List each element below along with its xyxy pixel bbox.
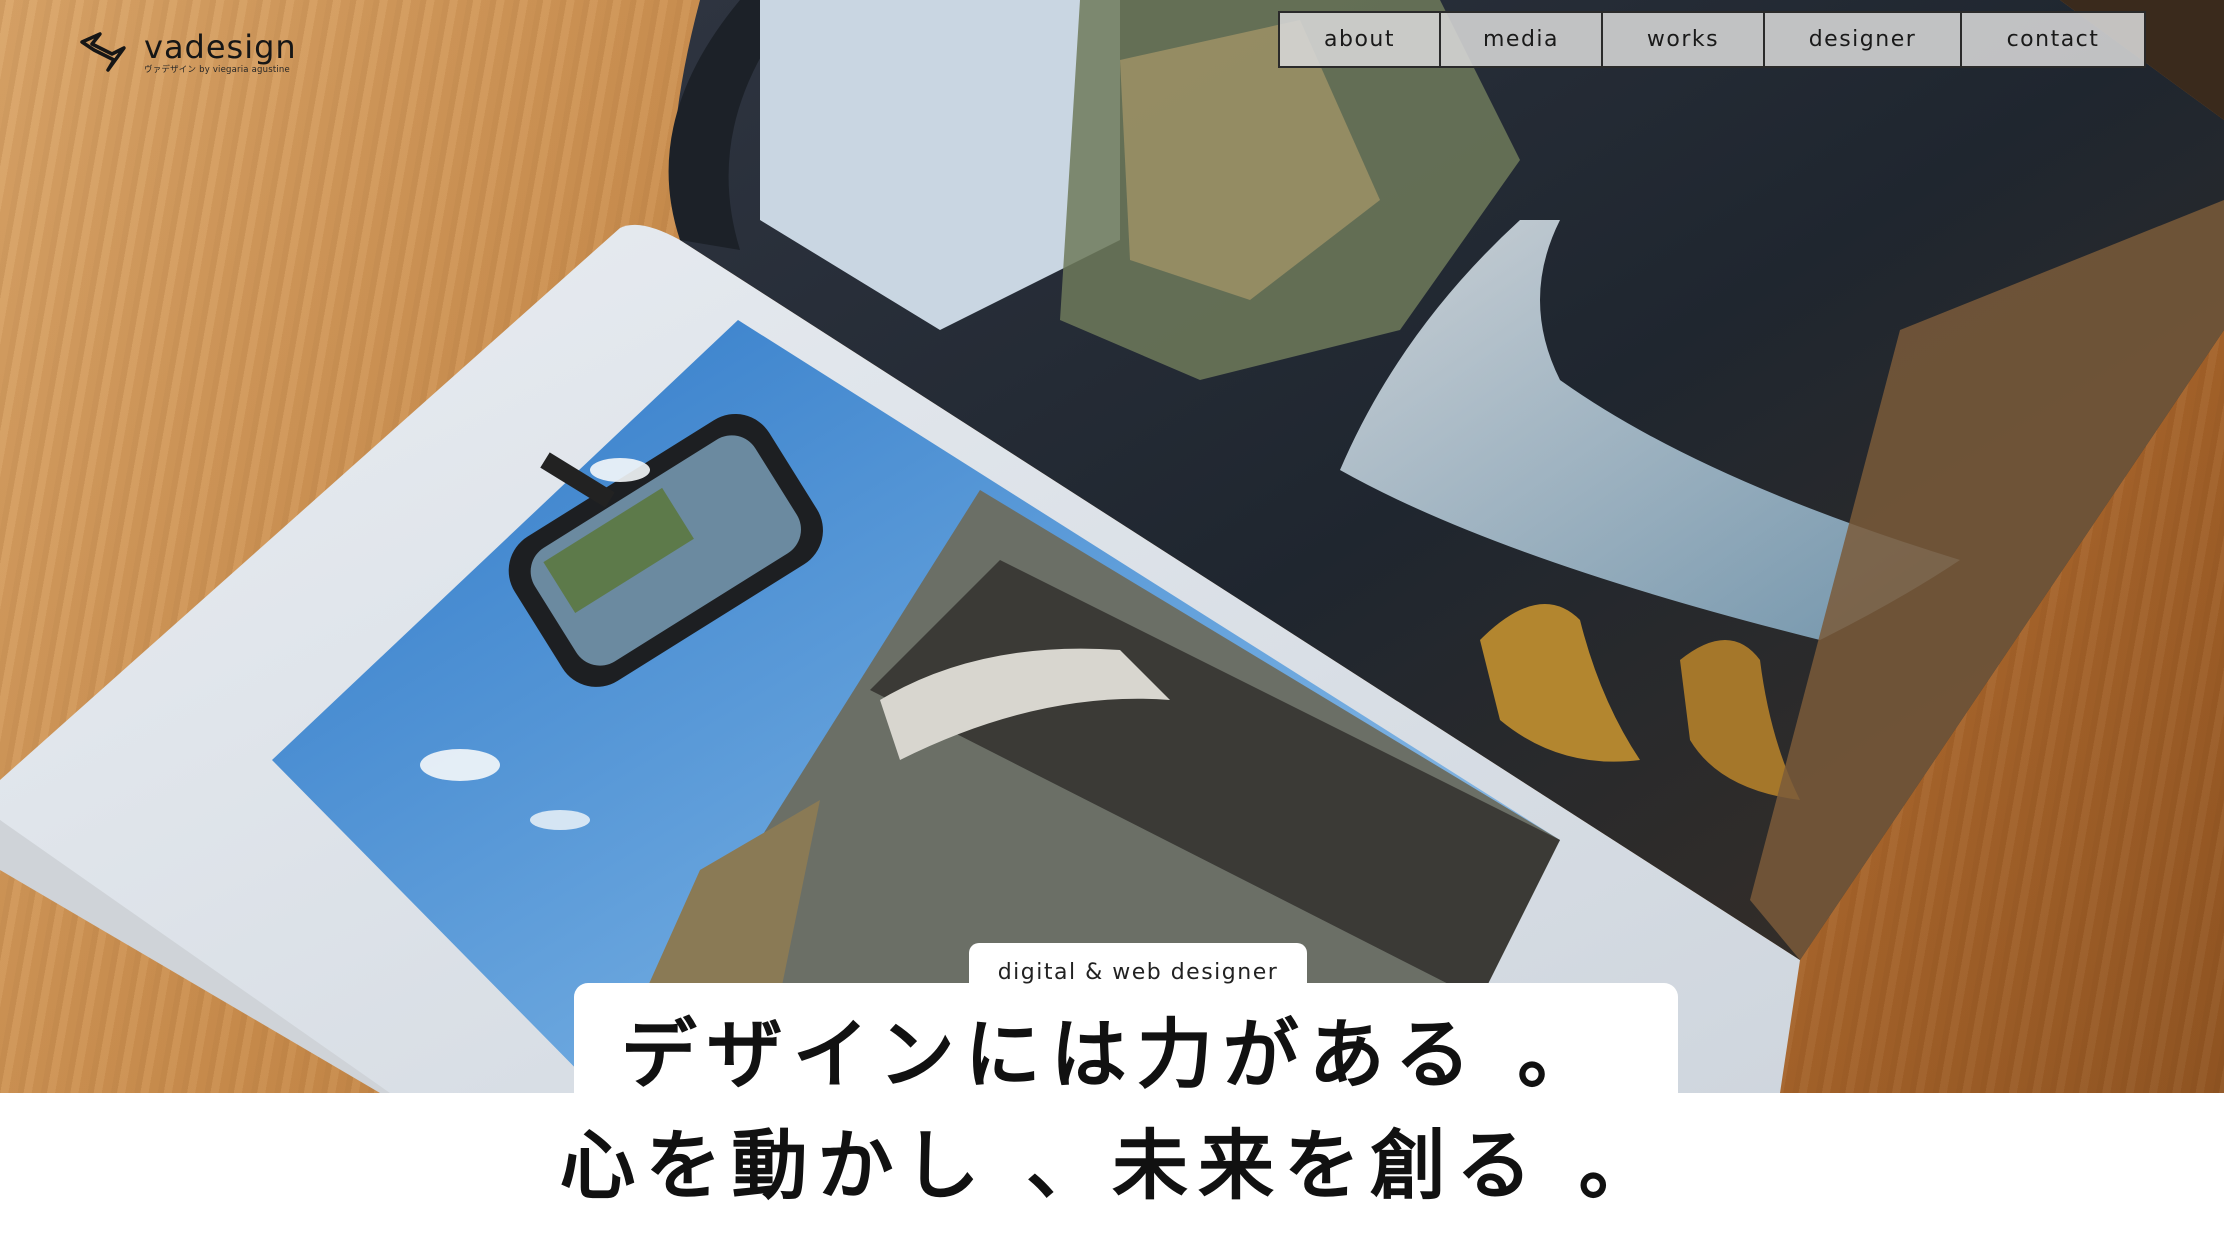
hero-headline: デザインには力がある 。 心を動かし 、未来を創る 。 xyxy=(0,1000,2224,1222)
main-nav: about media works designer contact xyxy=(1278,11,2146,68)
tagline: digital & web designer xyxy=(969,943,1307,1001)
hero-magazine-illustration xyxy=(0,0,2224,1093)
hero-image xyxy=(0,0,2224,1093)
headline-line-1: デザインには力がある 。 xyxy=(620,1010,1604,1099)
brand-subtitle: ヴァデザイン by viegaria agustine xyxy=(144,64,290,75)
brand-logo[interactable]: vadesign ヴァデザイン by viegaria agustine xyxy=(78,24,297,80)
brand-text: vadesign ヴァデザイン by viegaria agustine xyxy=(144,29,297,76)
nav-item-works[interactable]: works xyxy=(1603,13,1765,66)
nav-item-contact[interactable]: contact xyxy=(1962,13,2144,66)
nav-item-designer[interactable]: designer xyxy=(1765,13,1962,66)
nav-item-about[interactable]: about xyxy=(1280,13,1441,66)
headline-line-2: 心を動かし 、未来を創る 。 xyxy=(559,1121,1665,1210)
nav-item-media[interactable]: media xyxy=(1441,13,1603,66)
brand-name: vadesign xyxy=(144,27,297,66)
vadesign-logo-mark-icon xyxy=(80,32,126,72)
